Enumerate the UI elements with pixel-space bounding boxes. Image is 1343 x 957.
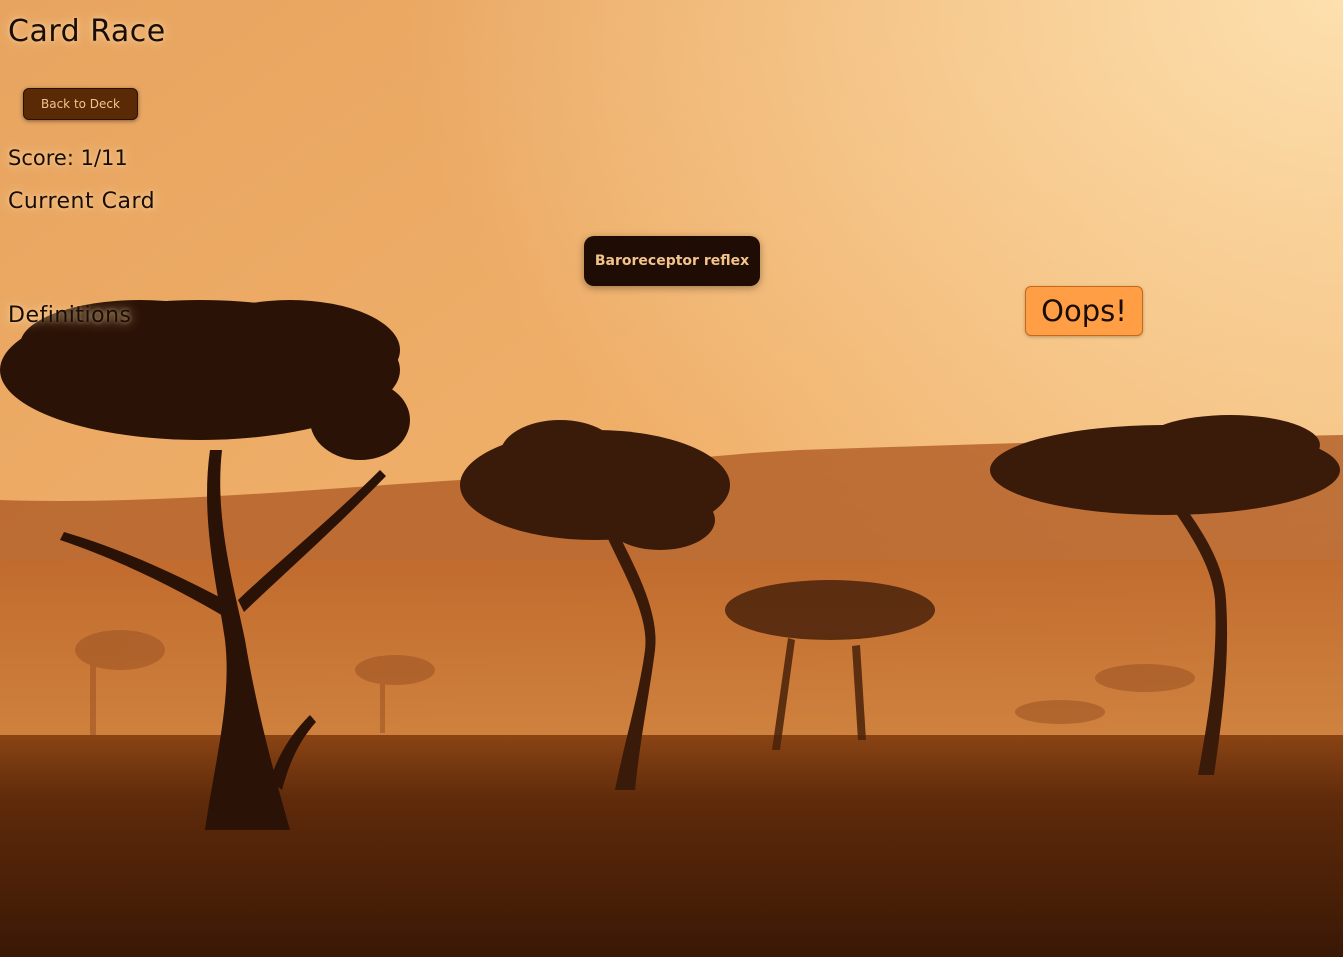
score-label: Score: <box>8 146 81 170</box>
current-card-heading: Current Card <box>8 189 156 214</box>
feedback-message: Oops! <box>1041 294 1127 328</box>
score-display: Score: 1/11 <box>8 146 128 170</box>
current-term-card[interactable]: Baroreceptor reflex <box>584 236 760 286</box>
page-title: Card Race <box>8 14 166 49</box>
current-term-text: Baroreceptor reflex <box>594 253 750 269</box>
app-screen: Card Race Back to Deck Score: 1/11 Curre… <box>0 0 1343 957</box>
back-to-deck-button[interactable]: Back to Deck <box>23 88 138 120</box>
definitions-heading: Definitions <box>8 303 132 328</box>
feedback-badge: Oops! <box>1025 286 1143 336</box>
score-value: 1/11 <box>80 146 128 170</box>
